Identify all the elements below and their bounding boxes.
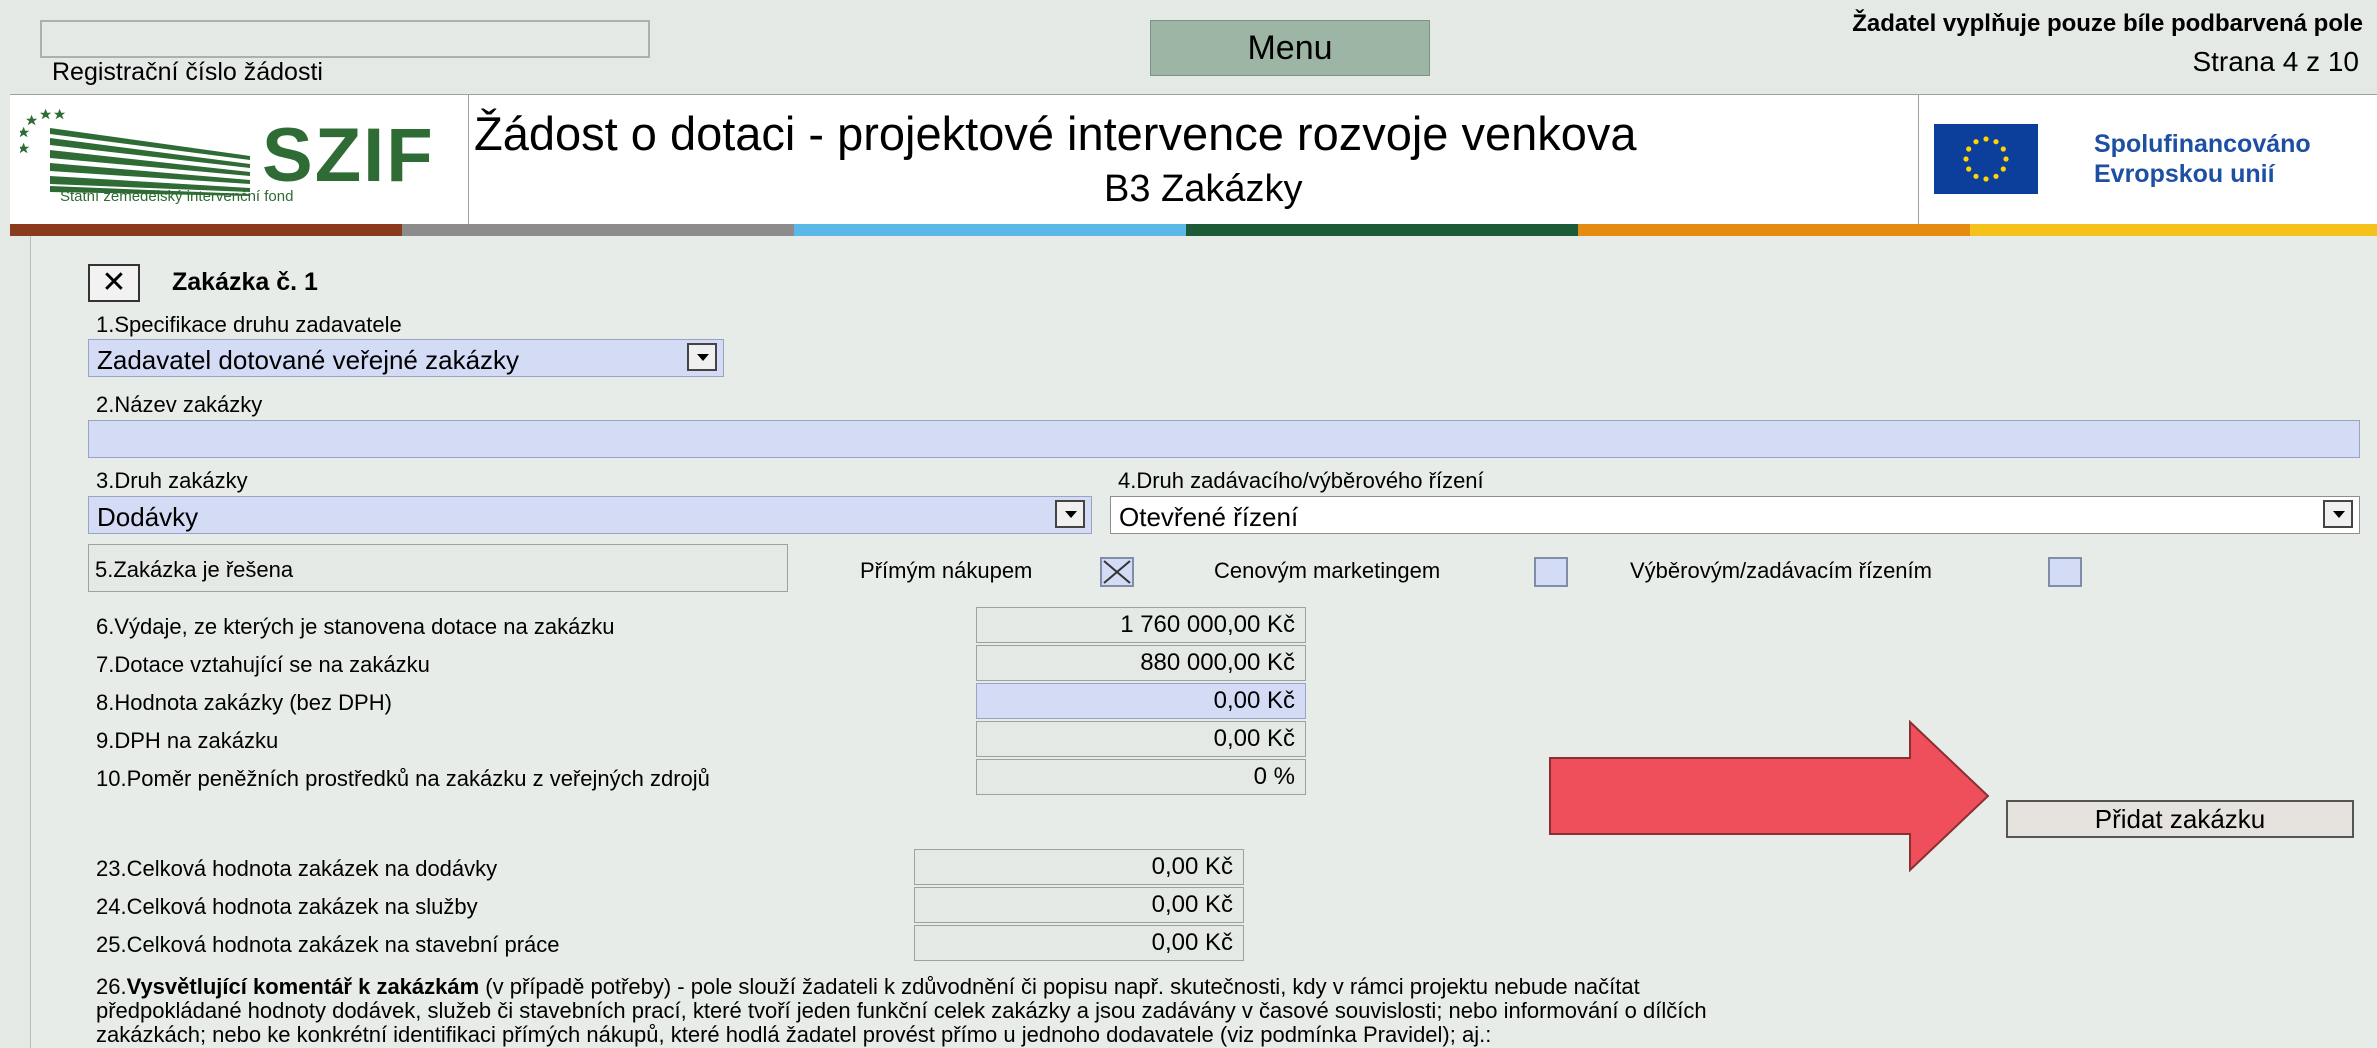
color-stripe-4 <box>1186 224 1578 236</box>
field1-label: 1.Specifikace druhu zadavatele <box>96 312 402 337</box>
eu-text-line1: Spolufinancováno <box>2094 130 2311 158</box>
menu-button[interactable]: Menu <box>1150 20 1430 76</box>
option-tender-label: Výběrovým/zadávacím řízením <box>1630 558 1932 583</box>
row7-value: 880 000,00 Kč <box>976 645 1306 681</box>
row8-label: 8.Hodnota zakázky (bez DPH) <box>96 690 392 715</box>
row10-label: 10.Poměr peněžních prostředků na zakázku… <box>96 766 710 791</box>
color-stripe-5 <box>1578 224 1970 236</box>
row10-value: 0 % <box>976 759 1306 795</box>
zakazka-type-value: Dodávky <box>97 502 199 532</box>
option-price-marketing-label: Cenovým marketingem <box>1214 558 1441 583</box>
checkmark-x-icon <box>1103 560 1131 584</box>
chevron-down-icon[interactable] <box>1055 500 1085 528</box>
total-construction-value: 0,00 Kč <box>914 925 1244 961</box>
comment-number: 26. <box>96 974 127 999</box>
fill-notice: Žadatel vyplňuje pouze bíle podbarvená p… <box>1852 10 2363 37</box>
chevron-down-icon[interactable] <box>2323 500 2353 528</box>
arrow-annotation-icon <box>1549 719 1990 873</box>
procurement-procedure-value: Otevřené řízení <box>1119 502 1299 532</box>
szif-logo-subtitle: Státní zemědělský intervenční fond <box>60 188 294 205</box>
szif-logo-text: SZIF <box>262 113 435 198</box>
eu-text-line2: Evropskou unií <box>2094 160 2275 188</box>
registration-number-field[interactable] <box>40 20 650 58</box>
remove-zakazka-button[interactable]: ✕ <box>88 264 140 302</box>
eu-stars-icon <box>1963 136 2009 182</box>
row6-value: 1 760 000,00 Kč <box>976 607 1306 643</box>
total-construction-label: 25.Celková hodnota zakázek na stavební p… <box>96 932 560 957</box>
chevron-down-icon[interactable] <box>687 343 717 371</box>
close-icon: ✕ <box>101 266 127 299</box>
field4-label: 4.Druh zadávacího/výběrového řízení <box>1118 468 1484 493</box>
contracting-entity-value: Zadavatel dotované veřejné zakázky <box>97 345 520 375</box>
color-stripe-1 <box>10 224 402 236</box>
comment-title: Vysvětlující komentář k zakázkám <box>126 974 480 999</box>
banner-divider-left <box>468 94 469 224</box>
zakazka-type-select[interactable]: Dodávky <box>88 496 1092 534</box>
registration-number-label: Registrační číslo žádosti <box>52 58 323 86</box>
eu-flag <box>1934 124 2038 194</box>
zakazka-title: Zakázka č. 1 <box>172 268 318 296</box>
comment-line1: 26.Vysvětlující komentář k zakázkám (v p… <box>96 974 1640 1000</box>
zakazka-name-input[interactable] <box>88 420 2360 458</box>
row9-label: 9.DPH na zakázku <box>96 728 279 753</box>
row8-value-input[interactable]: 0,00 Kč <box>976 683 1306 719</box>
comment-line1-text: (v případě potřeby) - pole slouží žadate… <box>479 974 1640 999</box>
option-direct-purchase-label: Přímým nákupem <box>860 558 1033 583</box>
field5-box: 5.Zakázka je řešena <box>88 544 788 592</box>
color-stripe-2 <box>402 224 794 236</box>
option-price-marketing-checkbox[interactable] <box>1534 557 1568 587</box>
comment-line2: předpokládané hodnoty dodávek, služeb či… <box>96 998 1707 1023</box>
banner-divider-right <box>1918 94 1919 224</box>
color-stripe-3 <box>794 224 1186 236</box>
comment-line3: zakázkách; nebo ke konkrétní identifikac… <box>96 1022 1492 1047</box>
page-indicator: Strana 4 z 10 <box>2192 46 2359 77</box>
total-services-label: 24.Celková hodnota zakázek na služby <box>96 894 478 919</box>
total-services-value: 0,00 Kč <box>914 887 1244 923</box>
page-subtitle: B3 Zakázky <box>1104 168 1303 210</box>
page-title: Žádost o dotaci - projektové intervence … <box>474 107 1637 160</box>
row9-value: 0,00 Kč <box>976 721 1306 757</box>
option-tender-checkbox[interactable] <box>2048 557 2082 587</box>
procurement-procedure-select[interactable]: Otevřené řízení <box>1110 496 2360 534</box>
field2-label: 2.Název zakázky <box>96 392 263 417</box>
field5-label: 5.Zakázka je řešena <box>95 557 294 582</box>
add-zakazka-button[interactable]: Přidat zakázku <box>2006 800 2354 838</box>
field3-label: 3.Druh zakázky <box>96 468 248 493</box>
color-stripe-6 <box>1970 224 2377 236</box>
option-direct-purchase-checkbox[interactable] <box>1100 557 1134 587</box>
contracting-entity-select[interactable]: Zadavatel dotované veřejné zakázky <box>88 339 724 377</box>
total-supplies-label: 23.Celková hodnota zakázek na dodávky <box>96 856 498 881</box>
row7-label: 7.Dotace vztahující se na zakázku <box>96 652 430 677</box>
row6-label: 6.Výdaje, ze kterých je stanovena dotace… <box>96 614 615 639</box>
total-supplies-value: 0,00 Kč <box>914 849 1244 885</box>
